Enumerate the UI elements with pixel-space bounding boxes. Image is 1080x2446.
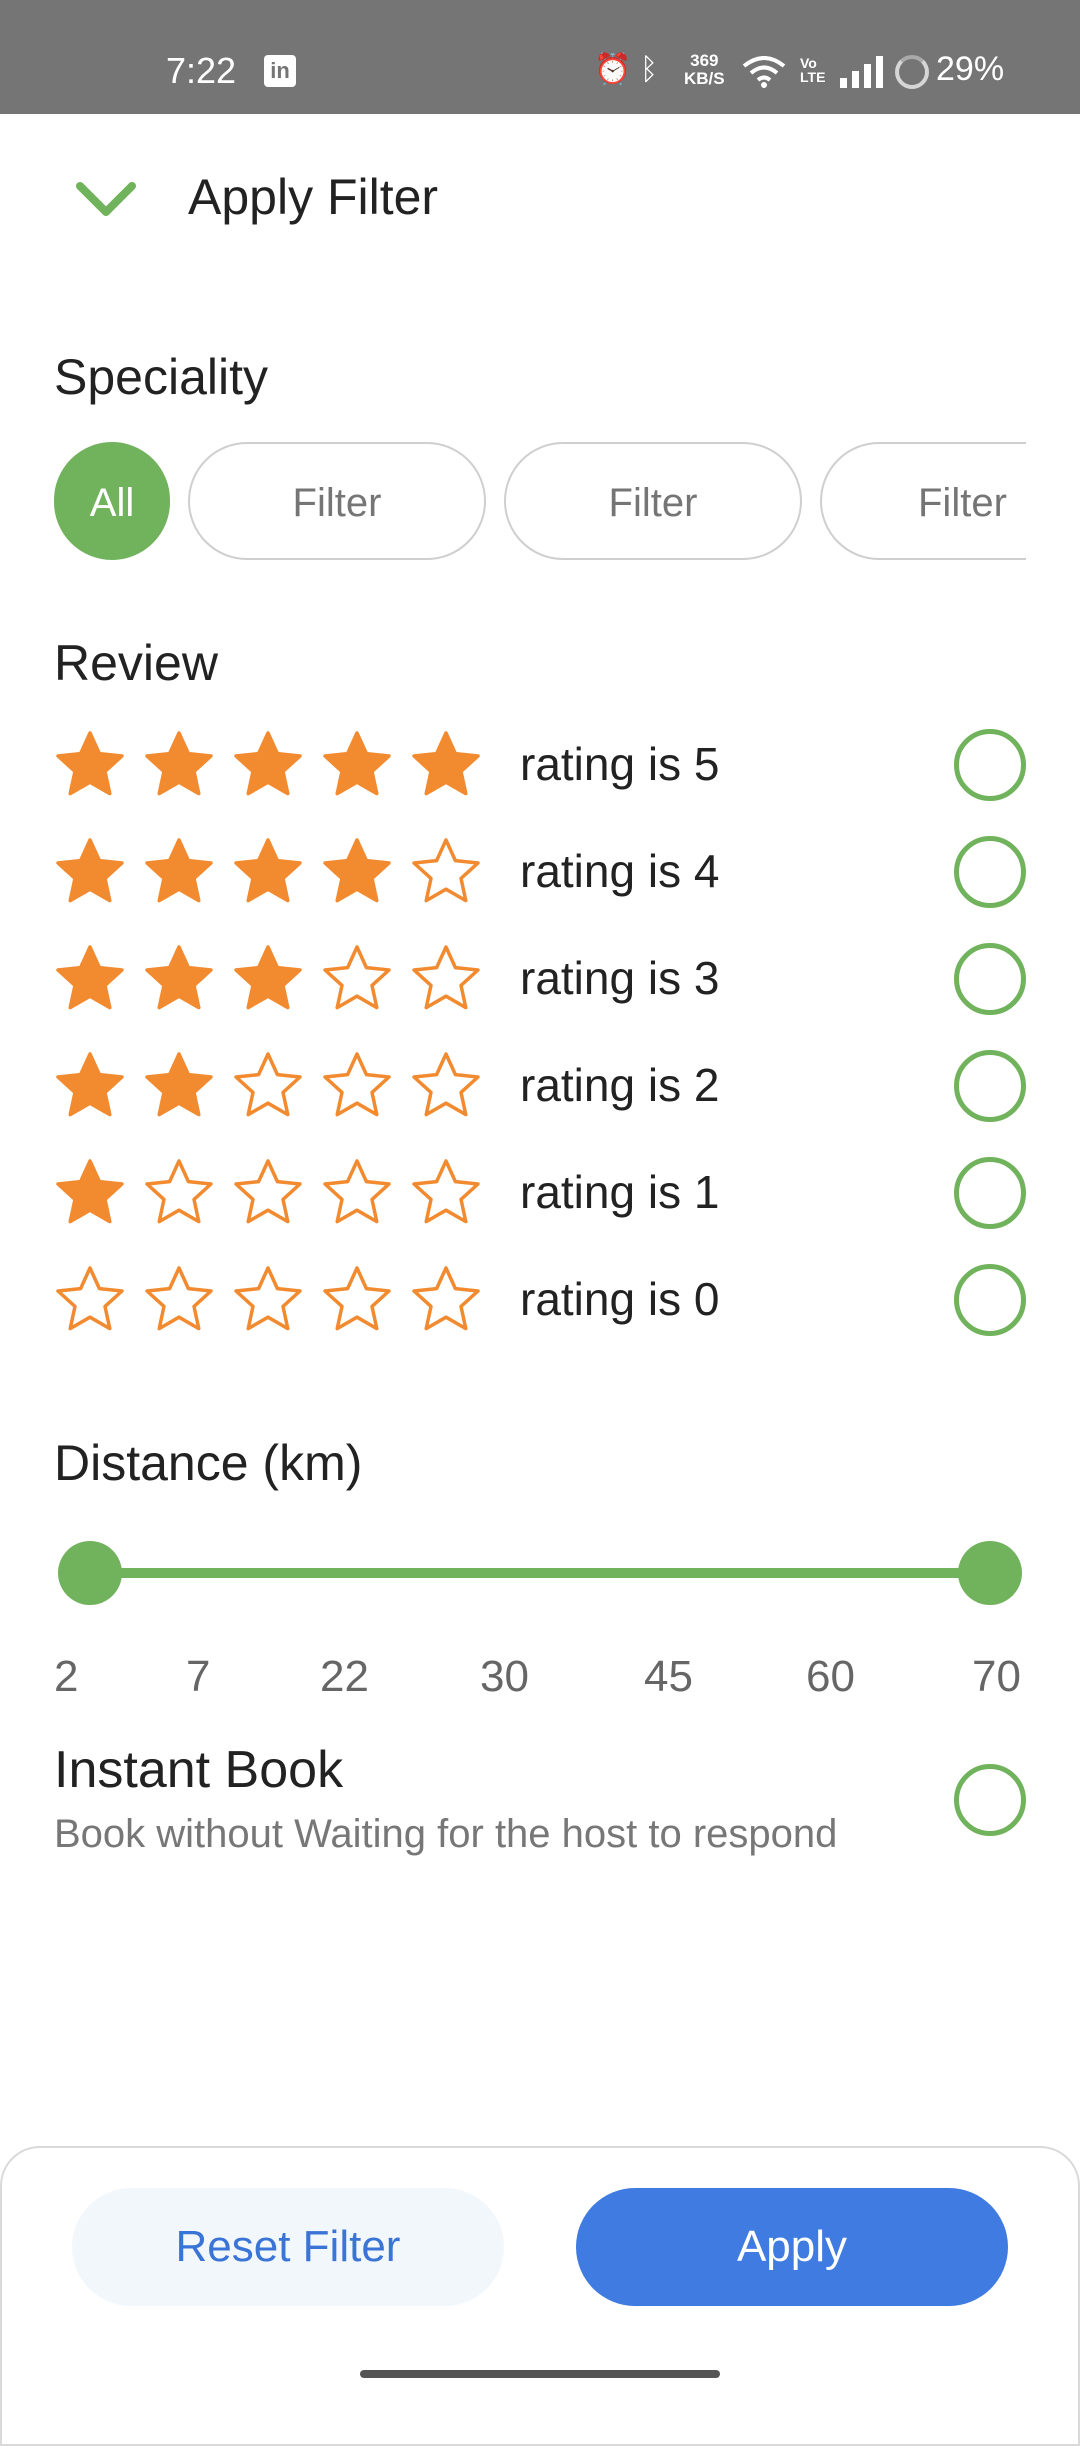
rating-label: rating is 5: [520, 738, 720, 790]
distance-max-handle[interactable]: [958, 1541, 1022, 1605]
chevron-down-icon[interactable]: [74, 172, 138, 224]
network-speed: 369 KB/S: [684, 51, 725, 88]
star-filled-icon: [323, 838, 391, 903]
status-time: 7:22: [166, 50, 237, 91]
rating-label: rating is 3: [520, 952, 720, 1004]
star-filled-icon: [56, 1052, 124, 1117]
distance-tick: 30: [480, 1652, 529, 1701]
reset-filter-button[interactable]: Reset Filter: [72, 2188, 504, 2306]
review-row-4[interactable]: rating is 4: [54, 830, 1026, 914]
linkedin-icon: in: [264, 55, 296, 87]
rating-label: rating is 0: [520, 1273, 720, 1325]
distance-heading: Distance (km): [54, 1435, 363, 1491]
review-row-3[interactable]: rating is 3: [54, 937, 1026, 1021]
star-filled-icon: [56, 731, 124, 796]
star-outline-icon: [412, 945, 480, 1010]
speciality-heading: Speciality: [54, 349, 268, 405]
chip-all[interactable]: All: [54, 442, 170, 560]
home-indicator[interactable]: [360, 2370, 720, 2378]
chip-filter-3[interactable]: Filter: [820, 442, 1026, 560]
star-filled-icon: [145, 838, 213, 903]
distance-tick: 22: [320, 1652, 369, 1701]
star-outline-icon: [234, 1266, 302, 1331]
rating-label: rating is 2: [520, 1059, 720, 1111]
speciality-chips: All Filter Filter Filter: [54, 442, 1026, 564]
review-row-1[interactable]: rating is 1: [54, 1151, 1026, 1235]
rating-3-radio[interactable]: [954, 943, 1026, 1015]
bluetooth-icon: ᛒ: [640, 53, 658, 86]
rating-label: rating is 4: [520, 845, 720, 897]
distance-tick: 7: [186, 1652, 211, 1701]
distance-min-handle[interactable]: [58, 1541, 122, 1605]
star-outline-icon: [145, 1266, 213, 1331]
battery-percent: 29%: [936, 50, 1005, 88]
status-bar: 7:22 in ⏰ ᛒ 369 KB/S Vo LTE 29%: [0, 0, 1080, 114]
battery-ring-icon: [895, 55, 929, 89]
wifi-icon: [742, 56, 786, 88]
instant-book-title: Instant Book: [54, 1741, 344, 1799]
star-outline-icon: [323, 1266, 391, 1331]
volte-icon: Vo LTE: [800, 55, 826, 85]
star-outline-icon: [412, 838, 480, 903]
distance-tick: 60: [806, 1652, 855, 1701]
chip-filter-2[interactable]: Filter: [504, 442, 802, 560]
star-filled-icon: [56, 945, 124, 1010]
star-outline-icon: [323, 1052, 391, 1117]
star-outline-icon: [234, 1159, 302, 1224]
apply-button[interactable]: Apply: [576, 2188, 1008, 2306]
star-outline-icon: [412, 1266, 480, 1331]
rating-2-radio[interactable]: [954, 1050, 1026, 1122]
rating-4-radio[interactable]: [954, 836, 1026, 908]
star-filled-icon: [145, 731, 213, 796]
review-heading: Review: [54, 635, 218, 691]
star-filled-icon: [56, 1159, 124, 1224]
distance-tick: 2: [54, 1652, 79, 1701]
instant-book-radio[interactable]: [954, 1764, 1026, 1836]
review-row-2[interactable]: rating is 2: [54, 1044, 1026, 1128]
review-row-5[interactable]: rating is 5: [54, 723, 1026, 807]
alarm-icon: ⏰: [594, 53, 632, 86]
star-outline-icon: [234, 1052, 302, 1117]
star-filled-icon: [234, 945, 302, 1010]
star-outline-icon: [56, 1266, 124, 1331]
rating-label: rating is 1: [520, 1166, 720, 1218]
distance-slider-track[interactable]: [88, 1568, 990, 1578]
chip-filter-1[interactable]: Filter: [188, 442, 486, 560]
signal-icon: [840, 56, 883, 88]
rating-0-radio[interactable]: [954, 1264, 1026, 1336]
star-filled-icon: [412, 731, 480, 796]
star-outline-icon: [323, 1159, 391, 1224]
star-filled-icon: [234, 838, 302, 903]
star-filled-icon: [145, 1052, 213, 1117]
distance-tick: 70: [972, 1652, 1021, 1701]
star-outline-icon: [412, 1159, 480, 1224]
instant-book-subtitle: Book without Waiting for the host to res…: [54, 1812, 838, 1856]
distance-tick: 45: [644, 1652, 693, 1701]
rating-1-radio[interactable]: [954, 1157, 1026, 1229]
star-outline-icon: [145, 1159, 213, 1224]
rating-5-radio[interactable]: [954, 729, 1026, 801]
star-filled-icon: [323, 731, 391, 796]
star-filled-icon: [145, 945, 213, 1010]
star-filled-icon: [56, 838, 124, 903]
star-filled-icon: [234, 731, 302, 796]
star-outline-icon: [412, 1052, 480, 1117]
star-outline-icon: [323, 945, 391, 1010]
review-row-0[interactable]: rating is 0: [54, 1258, 1026, 1342]
page-title: Apply Filter: [188, 169, 439, 225]
